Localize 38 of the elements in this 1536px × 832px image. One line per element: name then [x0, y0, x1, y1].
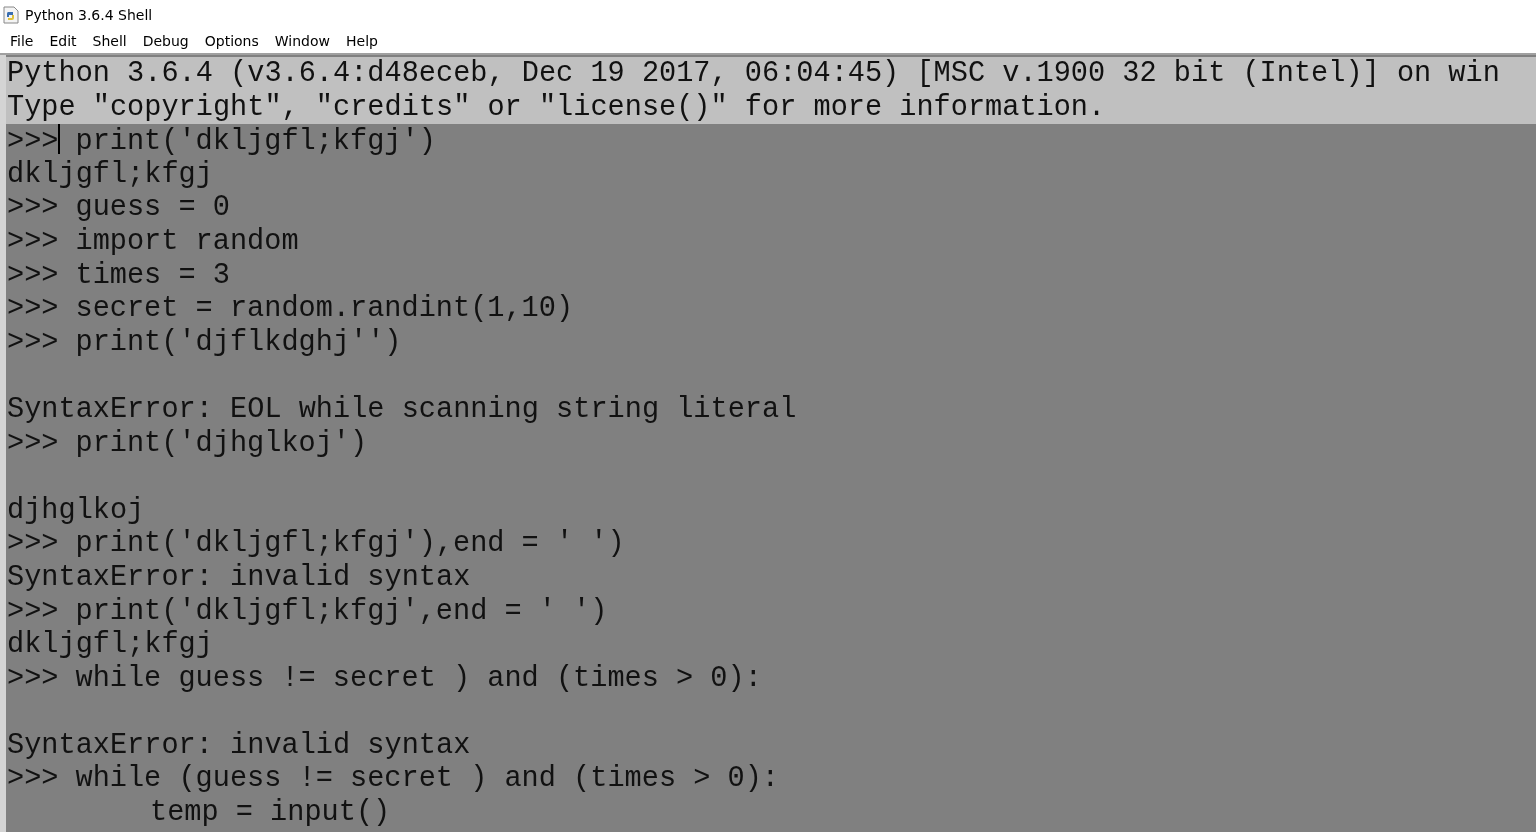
menu-item[interactable]: File [2, 33, 42, 49]
prompt: >>> [7, 292, 59, 326]
prompt: >>> [7, 426, 59, 460]
prompt: >>> [7, 594, 59, 628]
code-line: print('dkljgfl;kfgj'),end = ' ') [75, 527, 625, 561]
code-line: guess = 0 [75, 191, 230, 225]
code-line: times = 3 [75, 258, 230, 292]
code-line: import random [75, 224, 299, 258]
code-line: print('djhglkoj') [75, 426, 368, 460]
code-line: secret = random.randint(1,10) [75, 292, 574, 326]
output-line: dkljgfl;kfgj [7, 157, 213, 191]
code-line: while guess != secret ) and (times > 0): [75, 661, 762, 695]
prompt: >>> [7, 325, 59, 359]
menu-item[interactable]: Edit [41, 33, 85, 49]
python-file-icon [3, 5, 19, 24]
output-line: djhglkoj [7, 493, 145, 527]
code-line: while (guess != secret ) and (times > 0): [75, 762, 779, 796]
window-title: Python 3.6.4 Shell [25, 6, 153, 23]
output-line: dkljgfl;kfgj [7, 628, 213, 662]
prompt: >>> [7, 661, 59, 695]
output-line: SyntaxError: invalid syntax [7, 560, 471, 594]
menu-item[interactable]: Options [196, 33, 267, 49]
code-line: print('dkljgfl;kfgj') [75, 125, 436, 159]
menu-item[interactable]: Window [266, 33, 338, 49]
code-line: print('dkljgfl;kfgj',end = ' ') [75, 594, 608, 628]
prompt: >>> [7, 191, 59, 225]
prompt: >>> [7, 258, 59, 292]
prompt: >>> [7, 527, 59, 561]
output-line: SyntaxError: EOL while scanning string literal [7, 392, 797, 426]
code-line: print('djflkdghj'') [75, 325, 402, 359]
code-line: temp = input() [150, 796, 391, 830]
menu-item[interactable]: Help [338, 33, 386, 49]
menu-item[interactable]: Shell [84, 33, 135, 49]
prompt: >>> [7, 224, 59, 258]
prompt: >>> [7, 762, 59, 796]
output-line: SyntaxError: invalid syntax [7, 728, 471, 762]
menu-item[interactable]: Debug [134, 33, 197, 49]
prompt: >>> [7, 125, 59, 159]
